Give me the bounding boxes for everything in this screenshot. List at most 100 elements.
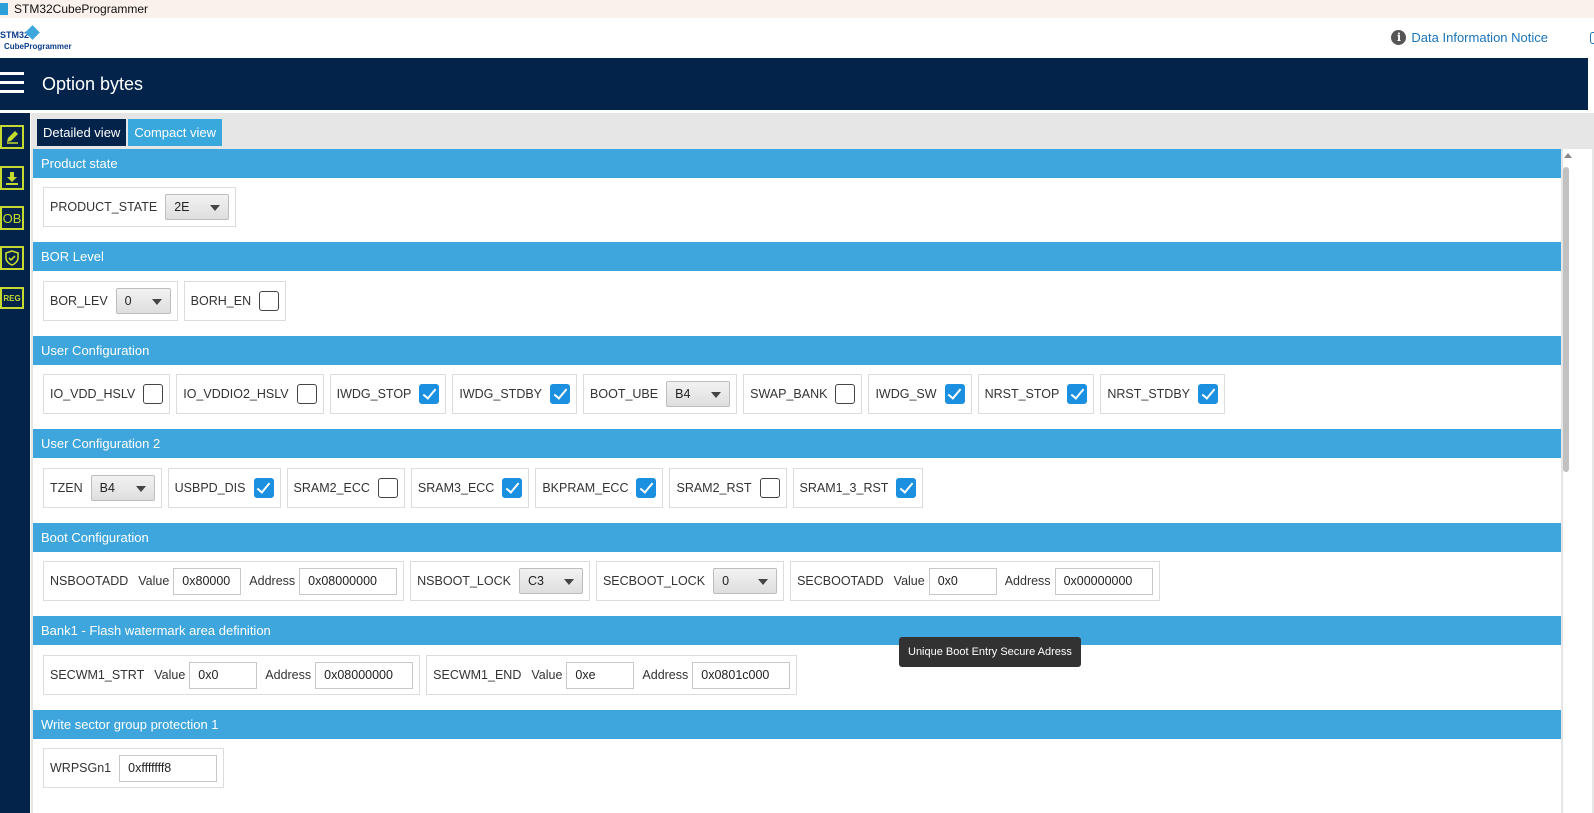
bor-lev-select[interactable]: 0: [115, 288, 171, 314]
chevron-down-icon: [563, 579, 574, 585]
download-icon[interactable]: [0, 166, 24, 190]
tooltip: Unique Boot Entry Secure Adress: [899, 637, 1081, 667]
borh-en-label: BORH_EN: [190, 294, 252, 308]
boot-ube-select[interactable]: B4: [666, 381, 731, 407]
secbootadd-group: SECBOOTADD Value 0x0 Address 0x00000000: [790, 561, 1160, 601]
secwm1-end-address-label: Address: [642, 668, 689, 682]
vertical-scrollbar[interactable]: [1562, 149, 1592, 813]
sidebar: OB REG: [0, 110, 30, 813]
bkpram-ecc-group: BKPRAM_ECC: [535, 468, 664, 508]
io-vddio2-hslv-checkbox[interactable]: [296, 384, 317, 404]
wrpsgn1-group: WRPSGn1 0xfffffff8: [43, 748, 225, 788]
iwdg-stdby-checkbox[interactable]: [550, 384, 571, 404]
io-vdd-hslv-checkbox[interactable]: [143, 384, 164, 404]
option-bytes-icon[interactable]: OB: [0, 206, 24, 230]
scroll-thumb[interactable]: [1563, 167, 1569, 472]
user-config-2-row: TZEN B4 USBPD_DIS SRAM2_ECC SRAM3_ECC BK…: [43, 468, 929, 508]
nsbootadd-address-input[interactable]: 0x08000000: [299, 567, 398, 595]
stm32-logo: STM32 CubeProgrammer: [0, 25, 72, 52]
iwdg-stop-label: IWDG_STOP: [336, 387, 412, 401]
sram1-3-rst-checkbox[interactable]: [896, 478, 917, 498]
secwm1-strt-value-label: Value: [154, 668, 186, 682]
sram2-ecc-group: SRAM2_ECC: [286, 468, 405, 508]
secwm1-strt-address-input[interactable]: 0x08000000: [315, 661, 414, 689]
notice-label: Data Information Notice: [1411, 30, 1548, 45]
app-header: STM32 CubeProgrammer i Data Information …: [0, 18, 1594, 58]
secwm1-end-address-input[interactable]: 0x0801c000: [692, 661, 791, 689]
sram3-ecc-group: SRAM3_ECC: [410, 468, 530, 508]
sram3-ecc-label: SRAM3_ECC: [417, 481, 495, 495]
hamburger-menu-icon[interactable]: [0, 72, 24, 94]
secboot-lock-value: 0: [722, 574, 730, 588]
nsbootadd-value-label: Value: [138, 574, 170, 588]
main-content: Detailed view Compact view Product state…: [31, 110, 1594, 813]
nrst-stdby-checkbox[interactable]: [1198, 384, 1219, 404]
swap-bank-label: SWAP_BANK: [750, 387, 828, 401]
secbootadd-address-input[interactable]: 0x00000000: [1054, 567, 1153, 595]
registers-icon[interactable]: REG: [0, 287, 24, 309]
iwdg-stop-checkbox[interactable]: [419, 384, 440, 404]
data-information-notice-link[interactable]: i Data Information Notice: [1391, 30, 1548, 45]
io-vdd-hslv-group: IO_VDD_HSLV: [43, 374, 171, 414]
usbpd-dis-group: USBPD_DIS: [167, 468, 281, 508]
io-vdd-hslv-label: IO_VDD_HSLV: [50, 387, 136, 401]
chevron-down-icon: [711, 392, 722, 398]
secbootadd-value-label: Value: [893, 574, 925, 588]
section-bor-level: BOR Level: [33, 242, 1561, 271]
bor-lev-value: 0: [124, 294, 132, 308]
sram1-3-rst-group: SRAM1_3_RST: [792, 468, 924, 508]
secwm1-strt-label: SECWM1_STRT: [50, 668, 145, 682]
section-bank1-watermark: Bank1 - Flash watermark area definition: [33, 616, 1561, 645]
secboot-lock-label: SECBOOT_LOCK: [602, 574, 706, 588]
product-state-label: PRODUCT_STATE: [50, 200, 158, 214]
secwm1-end-label: SECWM1_END: [433, 668, 522, 682]
bkpram-ecc-checkbox[interactable]: [636, 478, 657, 498]
nsbootadd-address-label: Address: [249, 574, 296, 588]
tzen-label: TZEN: [50, 481, 83, 495]
nrst-stop-group: NRST_STOP: [977, 374, 1095, 414]
boot-config-row: NSBOOTADD Value 0x80000 Address 0x080000…: [43, 561, 1166, 601]
secwm1-end-value-input[interactable]: 0xe: [566, 661, 635, 689]
iwdg-sw-label: IWDG_SW: [875, 387, 937, 401]
nrst-stdby-group: NRST_STDBY: [1100, 374, 1226, 414]
nsboot-lock-label: NSBOOT_LOCK: [417, 574, 511, 588]
secboot-lock-select[interactable]: 0: [713, 568, 778, 594]
header-edge-icon[interactable]: [1590, 32, 1594, 44]
tab-detailed-view[interactable]: Detailed view: [37, 119, 127, 146]
section-product-state: Product state: [33, 149, 1561, 178]
nsboot-lock-select[interactable]: C3: [518, 568, 583, 594]
scroll-up-arrow-icon[interactable]: [1564, 153, 1572, 158]
section-boot-configuration: Boot Configuration: [33, 523, 1561, 552]
sram3-ecc-checkbox[interactable]: [502, 478, 523, 498]
secbootadd-value-input[interactable]: 0x0: [928, 567, 997, 595]
user-config-row: IO_VDD_HSLV IO_VDDIO2_HSLV IWDG_STOP IWD…: [43, 374, 1231, 414]
nrst-stop-checkbox[interactable]: [1067, 384, 1088, 404]
iwdg-stop-group: IWDG_STOP: [329, 374, 447, 414]
logo-text-2: CubeProgrammer: [4, 42, 72, 51]
chevron-down-icon: [151, 299, 162, 305]
tzen-select[interactable]: B4: [90, 475, 155, 501]
usbpd-dis-checkbox[interactable]: [253, 478, 274, 498]
boot-ube-label: BOOT_UBE: [590, 387, 659, 401]
swap-bank-checkbox[interactable]: [835, 384, 856, 404]
nrst-stop-label: NRST_STOP: [984, 387, 1060, 401]
nsbootadd-value-input[interactable]: 0x80000: [173, 567, 242, 595]
iwdg-sw-checkbox[interactable]: [944, 384, 965, 404]
view-tabs: Detailed view Compact view: [37, 119, 224, 146]
borh-en-checkbox[interactable]: [259, 291, 280, 311]
secboot-lock-group: SECBOOT_LOCK 0: [595, 561, 785, 601]
tzen-value: B4: [99, 481, 115, 495]
sram2-rst-checkbox[interactable]: [759, 478, 780, 498]
product-state-group: PRODUCT_STATE 2E: [43, 187, 237, 227]
nsboot-lock-group: NSBOOT_LOCK C3: [410, 561, 590, 601]
bor-lev-label: BOR_LEV: [50, 294, 108, 308]
product-state-select[interactable]: 2E: [165, 194, 230, 220]
secbootadd-address-label: Address: [1004, 574, 1051, 588]
secwm1-strt-value-input[interactable]: 0x0: [189, 661, 258, 689]
sram2-ecc-checkbox[interactable]: [377, 478, 398, 498]
wrpsgn1-input[interactable]: 0xfffffff8: [119, 754, 218, 782]
shield-icon[interactable]: [0, 246, 24, 270]
secwm1-strt-group: SECWM1_STRT Value 0x0 Address 0x08000000: [43, 655, 421, 695]
pencil-icon[interactable]: [0, 125, 24, 149]
tab-compact-view[interactable]: Compact view: [128, 119, 222, 146]
